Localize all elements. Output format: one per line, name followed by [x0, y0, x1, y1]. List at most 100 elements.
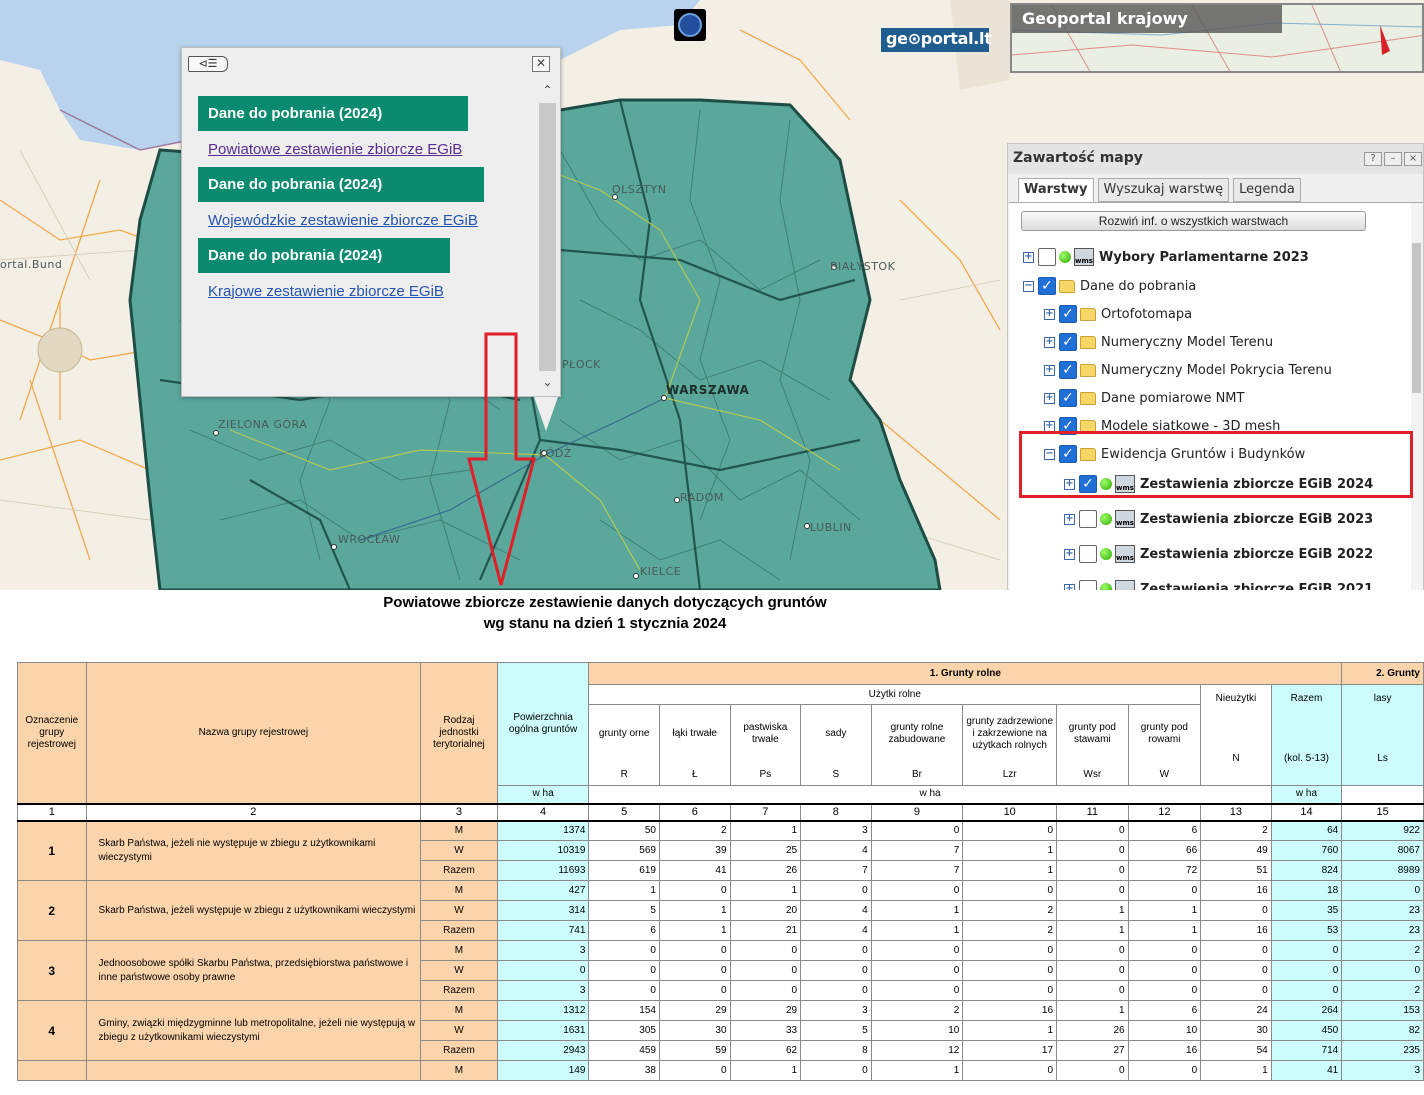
- expand-icon[interactable]: +: [1044, 392, 1055, 404]
- overview-title: Geoportal krajowy: [1012, 5, 1282, 33]
- layer-checkbox[interactable]: [1079, 545, 1097, 563]
- table-cell: 0: [962, 880, 1058, 901]
- header-col-name: Nieużytki: [1215, 693, 1257, 704]
- table-cell: 50: [588, 820, 660, 841]
- layer-checkbox[interactable]: ✓: [1059, 305, 1077, 323]
- download-header: Dane do pobrania (2024): [198, 167, 484, 202]
- expand-icon[interactable]: +: [1044, 364, 1055, 376]
- layer-checkbox[interactable]: ✓: [1038, 277, 1056, 295]
- table-cell: 16: [1200, 920, 1272, 941]
- layer-checkbox[interactable]: [1038, 248, 1056, 266]
- layer-row[interactable]: + ✓ Numeryczny Model Pokrycia Terenu: [1044, 358, 1332, 382]
- folder-icon: [1059, 279, 1075, 293]
- group-name: [85, 1060, 422, 1081]
- header-col-symbol: N: [1232, 753, 1240, 764]
- table-cell: 824: [1270, 860, 1343, 881]
- popup-scrollbar[interactable]: ⌃ ⌄: [537, 83, 557, 395]
- table-cell: 0: [658, 1060, 731, 1081]
- layer-row[interactable]: + wms Zestawienia zbiorcze EGiB 2022: [1064, 542, 1373, 566]
- layer-checkbox[interactable]: ✓: [1059, 389, 1077, 407]
- wms-icon[interactable]: wms: [1115, 545, 1135, 563]
- north-compass-icon[interactable]: [674, 9, 706, 41]
- table-cell: 235: [1341, 1040, 1424, 1061]
- table-cell: 0: [1056, 880, 1129, 901]
- red-arrow-annotation: [467, 332, 536, 586]
- back-list-icon[interactable]: ⊲☰: [188, 56, 228, 72]
- close-icon[interactable]: ✕: [532, 56, 550, 72]
- group-name: Gminy, związki międzygminne lub metropol…: [85, 1000, 422, 1061]
- table-cell: 760: [1270, 840, 1343, 861]
- wms-icon[interactable]: wms: [1115, 510, 1135, 528]
- table-row: M 149 38 0 1 0 1 0 0 0 1 41 3: [17, 1060, 1424, 1081]
- scrollbar-thumb[interactable]: [539, 103, 556, 371]
- city-label-lublin: LUBLIN: [810, 521, 852, 534]
- table-cell: 59: [658, 1040, 731, 1061]
- tab-wyszukaj[interactable]: Wyszukaj warstwę: [1097, 178, 1230, 202]
- layer-checkbox[interactable]: ✓: [1059, 333, 1077, 351]
- scrollbar-thumb[interactable]: [1412, 243, 1421, 393]
- layer-checkbox[interactable]: [1079, 580, 1097, 590]
- layer-row[interactable]: + wms Zestawienia zbiorcze EGiB 2021: [1064, 577, 1373, 590]
- table-row: 2 Skarb Państwa, jeżeli występuje w zbieg…: [17, 880, 1424, 941]
- layer-status-icon: [1100, 583, 1112, 590]
- expand-all-button[interactable]: Rozwiń inf. o wszystkich warstwach: [1021, 211, 1366, 231]
- table-cell: 2: [1341, 980, 1424, 1001]
- table-cell: 0: [1127, 880, 1202, 901]
- table-cell: 0: [870, 880, 964, 901]
- collapse-icon[interactable]: −: [1023, 280, 1034, 292]
- table-cell: 0: [588, 980, 660, 1001]
- tab-warstwy[interactable]: Warstwy: [1018, 178, 1094, 202]
- layer-row[interactable]: + ✓ Numeryczny Model Terenu: [1044, 330, 1273, 354]
- layer-tree-scrollbar[interactable]: [1411, 203, 1423, 590]
- wms-icon[interactable]: wms: [1074, 248, 1094, 266]
- column-number: 4: [496, 802, 590, 822]
- table-cell: 29: [658, 1000, 731, 1021]
- overview-map[interactable]: Geoportal krajowy: [1010, 3, 1424, 73]
- layer-row[interactable]: + wms Wybory Parlamentarne 2023: [1023, 245, 1309, 269]
- help-button[interactable]: ?: [1364, 152, 1382, 166]
- table-cell: 0: [1341, 880, 1424, 901]
- summary-table-container[interactable]: Oznaczenie grupy rejestrowej Nazwa grupy…: [17, 662, 1424, 1083]
- layer-checkbox[interactable]: [1079, 510, 1097, 528]
- header-col: pastwiska trwałe Ps: [729, 704, 802, 786]
- expand-icon[interactable]: +: [1044, 308, 1055, 320]
- table-cell: 459: [588, 1040, 660, 1061]
- minimize-button[interactable]: –: [1384, 152, 1402, 166]
- expand-icon[interactable]: +: [1064, 583, 1075, 590]
- expand-icon[interactable]: +: [1044, 336, 1055, 348]
- layer-checkbox[interactable]: ✓: [1059, 361, 1077, 379]
- header-col: grunty zadrzewione i zakrzewione na użyt…: [962, 704, 1058, 786]
- layer-row[interactable]: + wms Zestawienia zbiorcze EGiB 2023: [1064, 507, 1373, 531]
- table-cell: 0: [1200, 980, 1272, 1001]
- scroll-down-icon[interactable]: ⌄: [539, 375, 556, 391]
- city-label-zielona-gora: ZIELONA GÓRA: [218, 418, 308, 431]
- geoportal-lt-logo[interactable]: ge⊙portal.lt: [881, 28, 992, 52]
- city-label-portal-bund: ortal.Bund: [0, 258, 63, 271]
- column-number: 12: [1127, 802, 1202, 822]
- table-cell: 1374: [496, 820, 590, 841]
- table-cell: 0: [870, 940, 964, 961]
- expand-icon[interactable]: +: [1044, 420, 1055, 432]
- layer-row[interactable]: − ✓ Dane do pobrania: [1023, 274, 1196, 298]
- table-cell: 6: [1127, 820, 1202, 841]
- table-cell: 0: [1341, 960, 1424, 981]
- expand-icon[interactable]: +: [1023, 251, 1034, 263]
- layer-row[interactable]: + ✓ Dane pomiarowe NMT: [1044, 386, 1244, 410]
- panel-tabs: Warstwy Wyszukaj warstwę Legenda: [1018, 178, 1301, 202]
- header-col: grunty orne R: [588, 704, 660, 786]
- scroll-up-icon[interactable]: ⌃: [539, 83, 556, 99]
- table-cell: 30: [1200, 1020, 1272, 1041]
- table-cell: 0: [1127, 940, 1202, 961]
- column-number: 2: [85, 802, 422, 822]
- wms-icon[interactable]: wms: [1115, 580, 1135, 590]
- table-cell: 0: [962, 960, 1058, 981]
- download-link-wojewodzkie[interactable]: Wojewódzkie zestawienie zbiorcze EGiB: [208, 212, 478, 229]
- close-panel-button[interactable]: ×: [1404, 152, 1422, 166]
- layer-row[interactable]: + ✓ Ortofotomapa: [1044, 302, 1192, 326]
- download-link-powiatowe[interactable]: Powiatowe zestawienie zbiorcze EGiB: [208, 141, 462, 158]
- expand-icon[interactable]: +: [1064, 513, 1075, 525]
- table-cell: 0: [800, 940, 872, 961]
- expand-icon[interactable]: +: [1064, 548, 1075, 560]
- tab-legenda[interactable]: Legenda: [1233, 178, 1301, 202]
- download-link-krajowe[interactable]: Krajowe zestawienie zbiorcze EGiB: [208, 283, 444, 300]
